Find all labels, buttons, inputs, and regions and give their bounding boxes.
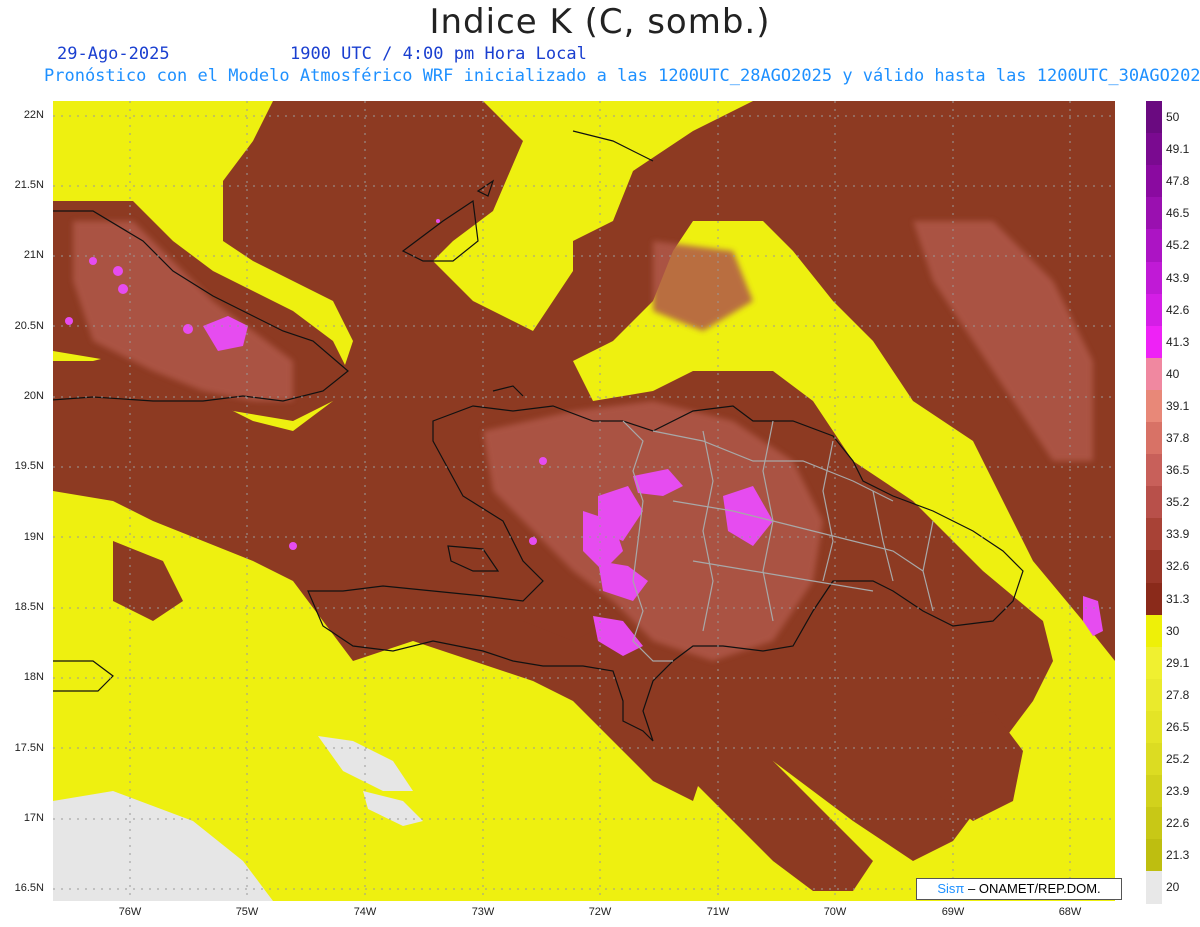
map-title: Indice K (C, somb.): [429, 2, 771, 42]
colorbar-swatch: [1146, 293, 1162, 327]
colorbar-swatch: [1146, 389, 1162, 423]
colorbar-swatch: [1146, 197, 1162, 231]
colorbar-label: 29.1: [1166, 655, 1190, 670]
lat-label: 16.5N: [14, 882, 44, 894]
colorbar-label: 47.8: [1166, 174, 1190, 189]
lat-label: 20N: [23, 390, 44, 402]
colorbar-swatch: [1146, 261, 1162, 295]
colorbar-label: 20: [1166, 880, 1180, 895]
forecast-date: 29-Ago-2025: [57, 44, 170, 64]
colorbar-swatch: [1146, 133, 1162, 167]
colorbar-swatch: [1146, 550, 1162, 584]
colorbar-swatch: [1146, 743, 1162, 777]
lat-label: 17.5N: [14, 742, 44, 754]
lat-label: 19N: [23, 531, 44, 543]
colorbar-swatch: [1146, 839, 1162, 873]
colorbar-swatch: [1146, 229, 1162, 263]
colorbar-label: 41.3: [1166, 334, 1190, 349]
colorbar-label: 22.6: [1166, 816, 1190, 831]
lat-label: 20.5N: [14, 320, 44, 332]
lon-label: 68W: [1058, 906, 1082, 918]
colorbar-swatch: [1146, 422, 1162, 456]
colorbar-label: 32.6: [1166, 559, 1190, 574]
lat-label: 18.5N: [14, 601, 44, 613]
lat-label: 21.5N: [14, 179, 44, 191]
lat-label: 17N: [23, 812, 44, 824]
lat-label: 19.5N: [14, 460, 44, 472]
colorbar-label: 37.8: [1166, 431, 1190, 445]
forecast-time: 1900 UTC / 4:00 pm Hora Local: [290, 44, 587, 64]
colorbar-swatch: [1146, 101, 1162, 135]
colorbar-swatch: [1146, 871, 1162, 905]
lat-label: 21N: [23, 249, 44, 261]
colorbar-label: 49.1: [1166, 142, 1190, 157]
colorbar-swatch: [1146, 614, 1162, 648]
colorbar-swatch: [1146, 486, 1162, 520]
lon-label: 75W: [235, 906, 259, 918]
colorbar-swatch: [1146, 646, 1162, 680]
lon-label: 76W: [118, 906, 142, 918]
colorbar-swatch: [1146, 678, 1162, 712]
lon-label: 74W: [353, 906, 377, 918]
forecast-subtitle: Pronóstico con el Modelo Atmosférico WRF…: [44, 66, 1200, 86]
colorbar-swatch: [1146, 710, 1162, 744]
colorbar-label: 43.9: [1166, 270, 1190, 285]
lon-label: 69W: [941, 906, 965, 918]
colorbar-swatch: [1146, 807, 1162, 841]
colorbar-label: 50: [1166, 110, 1180, 124]
colorbar-label: 27.8: [1166, 687, 1190, 702]
colorbar-swatch: [1146, 582, 1162, 616]
colorbar-swatch: [1146, 357, 1162, 391]
colorbar-label: 33.9: [1166, 527, 1190, 542]
lat-label: 22N: [23, 109, 44, 121]
colorbar-label: 39.1: [1166, 398, 1190, 413]
colorbar-label: 42.6: [1166, 302, 1190, 317]
credit-box: Sisπ – ONAMET/REP.DOM.: [916, 878, 1122, 900]
lon-label: 73W: [471, 906, 495, 918]
colorbar-label: 31.3: [1166, 591, 1190, 606]
colorbar-label: 25.2: [1166, 752, 1190, 766]
credit-text: – ONAMET/REP.DOM.: [967, 881, 1101, 896]
lon-label: 72W: [588, 906, 612, 918]
colorbar-label: 40: [1166, 366, 1180, 381]
lat-label: 18N: [23, 671, 44, 683]
colorbar-swatch: [1146, 775, 1162, 809]
lon-label: 71W: [706, 906, 730, 918]
colorbar-swatch: [1146, 325, 1162, 359]
colorbar-swatch: [1146, 518, 1162, 552]
colorbar-label: 36.5: [1166, 463, 1190, 478]
colorbar-label: 26.5: [1166, 719, 1190, 734]
colorbar-swatch: [1146, 454, 1162, 488]
k-index-map: [53, 101, 1115, 901]
colorbar-label: 21.3: [1166, 848, 1190, 863]
colorbar-label: 23.9: [1166, 784, 1190, 799]
colorbar-swatch: [1146, 165, 1162, 199]
colorbar-label: 45.2: [1166, 238, 1190, 253]
colorbar-label: 30: [1166, 623, 1180, 638]
colorbar-label: 35.2: [1166, 495, 1190, 510]
lon-label: 70W: [823, 906, 847, 918]
sispi-logo: Sisπ: [937, 881, 965, 896]
colorbar-label: 46.5: [1166, 206, 1190, 221]
